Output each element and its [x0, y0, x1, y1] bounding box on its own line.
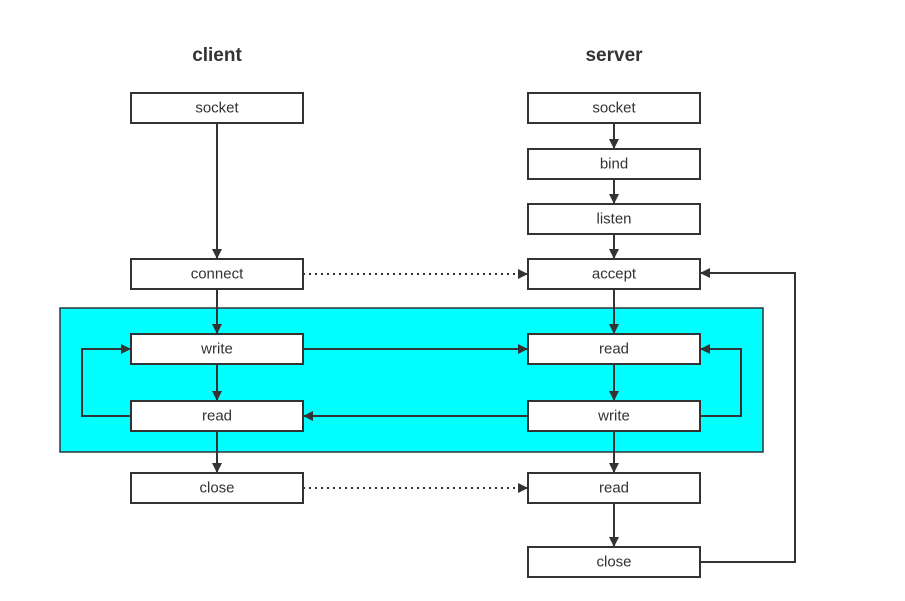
node-label: read	[599, 480, 629, 497]
server-node-read: read	[527, 472, 701, 504]
server-node-write: write	[527, 400, 701, 432]
node-label: close	[199, 480, 234, 497]
node-label: listen	[596, 211, 631, 228]
server-node-close: close	[527, 546, 701, 578]
server-node-bind: bind	[527, 148, 701, 180]
client-node-close: close	[130, 472, 304, 504]
node-label: connect	[191, 266, 244, 283]
node-label: read	[599, 341, 629, 358]
socket-flow-diagram: client server socket connect write read clos…	[59, 45, 796, 578]
client-node-read: read	[130, 400, 304, 432]
server-title: server	[585, 45, 643, 66]
server-node-read: read	[527, 333, 701, 365]
node-label: accept	[592, 266, 637, 283]
node-label: bind	[600, 156, 628, 173]
server-node-accept: accept	[527, 258, 701, 290]
node-label: close	[596, 554, 631, 571]
client-node-write: write	[130, 333, 304, 365]
server-node-socket: socket	[527, 92, 701, 124]
node-label: read	[202, 408, 232, 425]
client-node-socket: socket	[130, 92, 304, 124]
server-node-listen: listen	[527, 203, 701, 235]
node-label: socket	[592, 100, 636, 117]
node-label: socket	[195, 100, 239, 117]
client-node-connect: connect	[130, 258, 304, 290]
node-label: write	[597, 408, 630, 425]
node-label: write	[200, 341, 233, 358]
client-title: client	[192, 45, 242, 66]
